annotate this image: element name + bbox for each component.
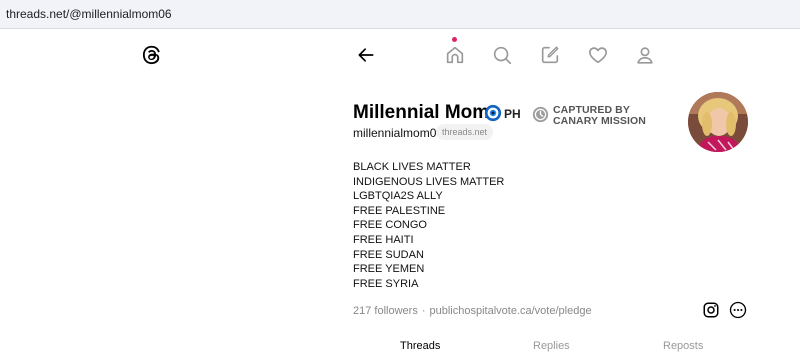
compose-icon[interactable] <box>539 44 561 66</box>
profile-meta: 217 followers · publichospitalvote.ca/vote… <box>353 305 592 317</box>
heart-icon[interactable] <box>587 44 609 66</box>
avatar-image <box>688 92 748 152</box>
bio-line: LGBTQIA2S ALLY <box>353 190 443 203</box>
captured-badge: CAPTURED BY CANARY MISSION <box>553 105 646 127</box>
profile-icon[interactable] <box>634 44 656 66</box>
avatar[interactable] <box>688 92 748 152</box>
canary-mission-clock-icon <box>532 106 549 123</box>
nazar-eye-icon <box>484 104 502 122</box>
domain-badge: threads.net <box>436 124 494 140</box>
captured-line-2: CANARY MISSION <box>553 115 646 127</box>
profile-bio: BLACK LIVES MATTER INDIGENOUS LIVES MATT… <box>353 160 504 291</box>
profile-username: millennialmom06 <box>353 126 444 140</box>
bio-line: FREE CONGO <box>353 219 427 232</box>
country-code: PH <box>504 107 521 121</box>
bio-line: FREE SUDAN <box>353 248 424 261</box>
home-icon[interactable] <box>444 44 466 66</box>
more-options-icon[interactable] <box>729 301 747 319</box>
search-icon[interactable] <box>491 44 513 66</box>
followers-count[interactable]: 217 followers <box>353 305 418 317</box>
bio-line: FREE SYRIA <box>353 277 419 290</box>
url-text[interactable]: threads.net/@millennialmom06 <box>6 7 172 21</box>
bio-line: FREE YEMEN <box>353 263 425 276</box>
meta-separator: · <box>421 305 426 317</box>
profile-name: Millennial Mom <box>353 102 490 123</box>
instagram-icon[interactable] <box>702 301 720 319</box>
bio-line: BLACK LIVES MATTER <box>353 161 471 173</box>
tab-reposts[interactable]: Reposts <box>663 340 703 352</box>
tab-replies[interactable]: Replies <box>533 340 570 352</box>
threads-logo-icon[interactable] <box>140 44 162 66</box>
bio-line: FREE HAITI <box>353 233 414 246</box>
bio-line: INDIGENOUS LIVES MATTER <box>353 175 505 188</box>
profile-link[interactable]: publichospitalvote.ca/vote/pledge <box>430 305 592 317</box>
back-arrow-icon[interactable] <box>356 45 376 65</box>
tab-threads[interactable]: Threads <box>400 340 440 352</box>
browser-address-bar[interactable]: threads.net/@millennialmom06 <box>0 0 800 29</box>
bio-line: FREE PALESTINE <box>353 204 446 217</box>
notification-dot <box>452 37 457 42</box>
